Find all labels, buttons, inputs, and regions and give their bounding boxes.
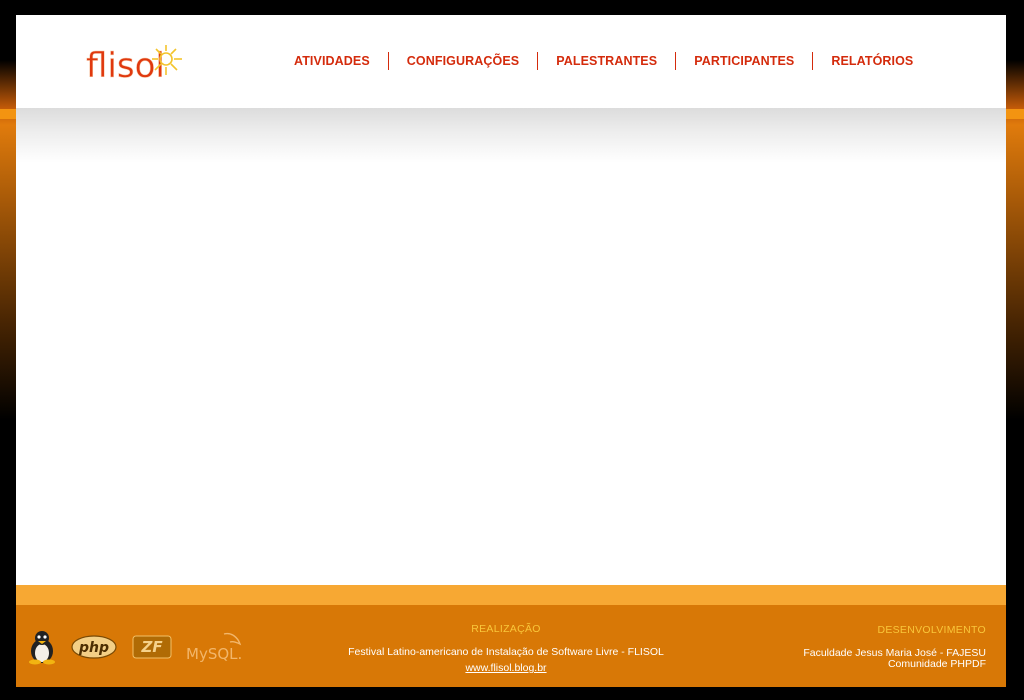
tech-logos: php ZF MySQL. (26, 629, 250, 665)
main-nav: ATIVIDADES CONFIGURAÇÕES PALESTRANTES PA… (276, 51, 931, 71)
realizacao-heading: REALIZAÇÃO (471, 623, 541, 635)
zend-framework-icon: ZF (132, 635, 172, 659)
footer-realizacao: REALIZAÇÃO Festival Latino-americano de … (316, 623, 696, 676)
left-orange-marker (0, 109, 16, 119)
nav-participantes[interactable]: PARTICIPANTES (676, 54, 812, 68)
nav-atividades[interactable]: ATIVIDADES (276, 54, 388, 68)
page-frame: flisol ATIVIDADES CONFIGURAÇÕES PALESTRA… (0, 15, 1024, 687)
logo-text: flisol (86, 46, 165, 86)
php-logo-text: php (78, 640, 109, 656)
php-logo-icon: php (71, 635, 117, 659)
main-content (16, 163, 1006, 585)
zf-logo-text: ZF (140, 638, 163, 656)
realizacao-text: Festival Latino-americano de Instalação … (348, 646, 664, 658)
desenvolvimento-heading: DESENVOLVIMENTO (877, 624, 986, 636)
footer-desenvolvimento: DESENVOLVIMENTO Faculdade Jesus Maria Jo… (803, 624, 986, 670)
mysql-logo-icon: MySQL. (186, 632, 242, 663)
footer-band (16, 585, 1006, 605)
nav-configuracoes[interactable]: CONFIGURAÇÕES (389, 54, 537, 68)
nav-palestrantes[interactable]: PALESTRANTES (538, 54, 675, 68)
header: flisol ATIVIDADES CONFIGURAÇÕES PALESTRA… (16, 15, 1006, 108)
tux-icon (29, 631, 55, 665)
header-shadow (16, 108, 1006, 163)
right-orange-marker (1006, 109, 1024, 119)
flisol-site-link[interactable]: www.flisol.blog.br (465, 662, 546, 674)
desenvolvimento-line2: Comunidade PHPDF (887, 658, 986, 670)
footer: php ZF MySQL. REALIZAÇÃO Festival Latino… (16, 605, 1006, 687)
nav-relatorios[interactable]: RELATÓRIOS (813, 54, 931, 68)
flisol-logo[interactable]: flisol (82, 37, 217, 87)
mysql-logo-text: MySQL. (186, 645, 242, 663)
